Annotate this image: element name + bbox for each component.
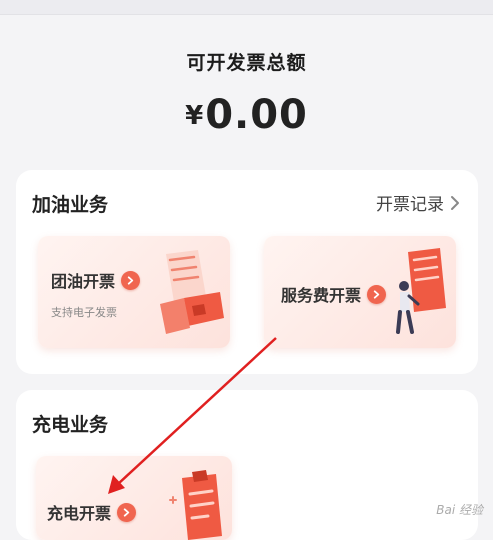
service-fee-label-row: 服务费开票 bbox=[281, 282, 387, 306]
currency-symbol: ¥ bbox=[185, 101, 204, 131]
charging-invoice-card[interactable]: 充电开票 bbox=[36, 456, 232, 540]
top-strip bbox=[0, 0, 493, 15]
chevron-right-icon bbox=[451, 195, 459, 210]
charging-business-section: 充电业务 充电开票 bbox=[16, 390, 478, 540]
invoice-total-amount: ¥0.00 bbox=[0, 92, 493, 138]
arrow-right-badge-icon bbox=[117, 502, 137, 522]
fuel-invoice-label-row: 团油开票 bbox=[51, 268, 141, 292]
invoice-records-label: 开票记录 bbox=[376, 195, 444, 215]
clipboard-invoice-illustration-icon bbox=[169, 470, 222, 540]
service-fee-invoice-label: 服务费开票 bbox=[281, 286, 362, 305]
invoice-records-link[interactable]: 开票记录 bbox=[376, 190, 460, 215]
fuel-invoice-sublabel: 支持电子发票 bbox=[51, 306, 117, 319]
charging-invoice-label-row: 充电开票 bbox=[47, 500, 137, 524]
receipt-illustration-icon bbox=[160, 250, 224, 334]
invoice-total-title: 可开发票总额 bbox=[186, 52, 307, 74]
arrow-right-badge-icon bbox=[367, 284, 387, 304]
service-fee-invoice-card[interactable]: 服务费开票 bbox=[264, 236, 456, 348]
fuel-business-section: 加油业务 开票记录 团油开票 支持电子发票 服务费开票 bbox=[16, 170, 478, 374]
fuel-invoice-card[interactable]: 团油开票 支持电子发票 bbox=[38, 236, 230, 348]
watermark: Bai 经验 bbox=[436, 503, 483, 517]
charging-invoice-label: 充电开票 bbox=[47, 504, 112, 523]
fuel-invoice-label: 团油开票 bbox=[51, 272, 116, 291]
arrow-right-badge-icon bbox=[121, 270, 141, 290]
charging-section-title: 充电业务 bbox=[32, 414, 109, 436]
person-document-illustration-icon bbox=[396, 248, 446, 334]
fuel-section-title: 加油业务 bbox=[32, 194, 109, 216]
amount-value: 0.00 bbox=[205, 92, 308, 138]
